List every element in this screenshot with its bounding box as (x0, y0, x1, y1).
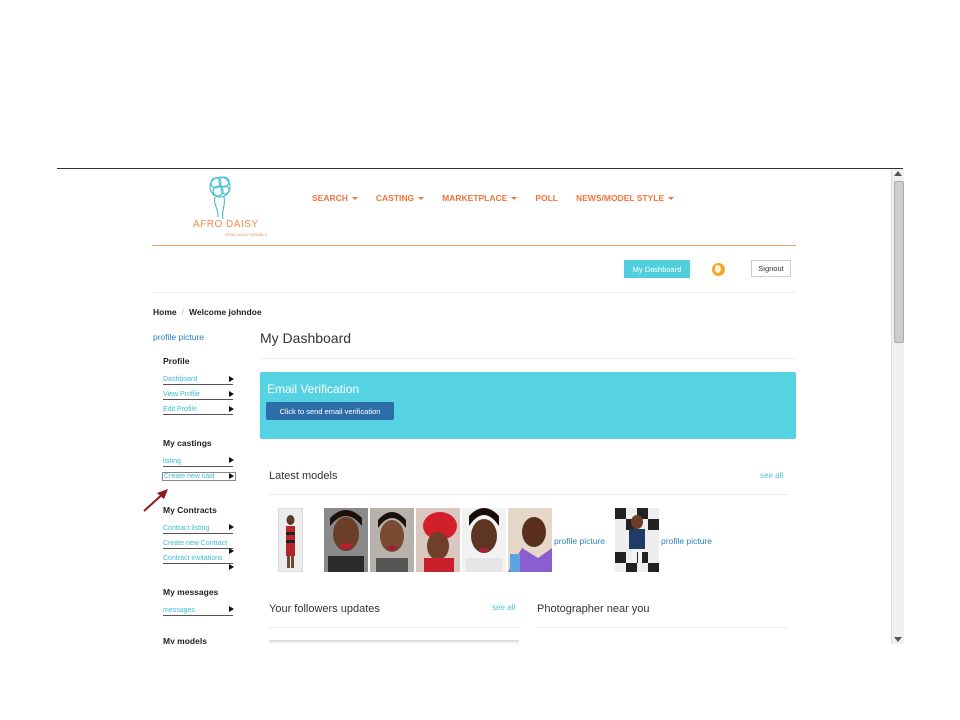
sidebar-link-create-new-contract[interactable]: Create new Contract (163, 540, 233, 549)
triangle-right-icon (229, 376, 234, 382)
logo-subtext: AFRO DAISY MODELS (225, 232, 268, 237)
chevron-down-icon (511, 197, 518, 201)
email-verification-panel: Email Verification Click to send email v… (260, 372, 796, 439)
my-dashboard-button[interactable]: My Dashboard (624, 260, 690, 278)
sidebar-link-contract-listing[interactable]: Contract listing (163, 525, 233, 534)
sidebar-link-dashboard[interactable]: Dashboard (163, 376, 233, 385)
globe-icon[interactable] (712, 263, 725, 276)
model-profile-picture-link[interactable]: profile picture (661, 536, 712, 546)
sidebar-link-listing[interactable]: listing (163, 458, 233, 467)
scroll-up-arrow-icon[interactable] (894, 171, 902, 176)
triangle-right-icon (229, 457, 234, 463)
model-thumbnail[interactable] (278, 508, 303, 572)
scroll-down-arrow-icon[interactable] (894, 637, 902, 642)
scrollbar-thumb[interactable] (894, 181, 904, 343)
model-thumbnail[interactable] (416, 508, 460, 572)
header-divider (152, 245, 796, 246)
model-thumbnail[interactable] (462, 508, 506, 572)
header-bottom-divider (152, 292, 796, 293)
page-title: My Dashboard (260, 330, 352, 346)
photographer-near-you-title: Photographer near you (537, 603, 650, 615)
breadcrumb-current: Welcome johndoe (189, 307, 262, 317)
triangle-right-icon (229, 391, 234, 397)
breadcrumb: Home / Welcome johndoe (153, 307, 262, 317)
send-email-verification-button[interactable]: Click to send email verification (266, 402, 394, 420)
sidebar-title-messages: My messages (163, 587, 219, 597)
followers-updates-title: Your followers updates (269, 603, 380, 615)
photographer-divider (537, 627, 787, 628)
title-divider (260, 358, 796, 359)
sidebar-link-create-new-cast[interactable]: Create new cast (162, 472, 236, 481)
breadcrumb-separator: / (181, 307, 184, 317)
sidebar-profile-picture[interactable]: profile picture (153, 332, 204, 342)
chevron-down-icon (351, 197, 358, 201)
model-thumbnail[interactable] (370, 508, 414, 572)
sidebar-link-contract-invitations[interactable]: Contract invitations (163, 555, 233, 564)
sidebar-title-profile: Profile (163, 356, 190, 366)
model-thumbnail[interactable] (615, 508, 659, 572)
sidebar-title-contracts: My Contracts (163, 505, 217, 515)
main-nav: SEARCH CASTING MARKETPLACE POLL NEWS/MOD… (312, 193, 692, 203)
breadcrumb-home[interactable]: Home (153, 307, 177, 317)
triangle-right-icon (229, 524, 234, 530)
latest-models-title: Latest models (269, 470, 338, 482)
signout-button[interactable]: Signout (751, 260, 791, 277)
nav-poll[interactable]: POLL (535, 193, 558, 203)
followers-divider (269, 627, 519, 628)
nav-marketplace[interactable]: MARKETPLACE (442, 193, 518, 203)
latest-models-divider (269, 494, 789, 495)
chevron-down-icon (418, 197, 425, 201)
nav-search[interactable]: SEARCH (312, 193, 358, 203)
followers-see-all-link[interactable]: see all (492, 603, 515, 612)
sidebar-link-messages[interactable]: messages (163, 607, 233, 616)
sidebar-title-models: My models (163, 636, 207, 644)
model-profile-picture-link[interactable]: profile picture (554, 536, 605, 546)
triangle-right-icon (229, 473, 234, 479)
nav-news-model-style[interactable]: NEWS/MODEL STYLE (576, 193, 675, 203)
chevron-down-icon (668, 197, 675, 201)
triangle-right-icon (229, 606, 234, 612)
sidebar-title-castings: My castings (163, 438, 212, 448)
followers-update-card (269, 640, 519, 644)
nav-casting[interactable]: CASTING (376, 193, 425, 203)
latest-models-see-all-link[interactable]: see all (760, 471, 783, 480)
sidebar-link-edit-profile[interactable]: Edit Profile (163, 406, 233, 415)
triangle-right-icon (229, 548, 234, 554)
model-thumbnail[interactable] (508, 508, 552, 572)
sidebar-link-view-profile[interactable]: View Profile (163, 391, 233, 400)
triangle-right-icon (229, 406, 234, 412)
page-viewport: AFRO DAISY AFRO DAISY MODELS SEARCH CAST… (57, 169, 891, 644)
logo-text: AFRO DAISY (193, 219, 259, 230)
vertical-scrollbar[interactable] (891, 169, 904, 644)
model-thumbnail[interactable] (324, 508, 368, 572)
triangle-right-icon (229, 564, 234, 570)
email-verification-title: Email Verification (267, 382, 360, 396)
